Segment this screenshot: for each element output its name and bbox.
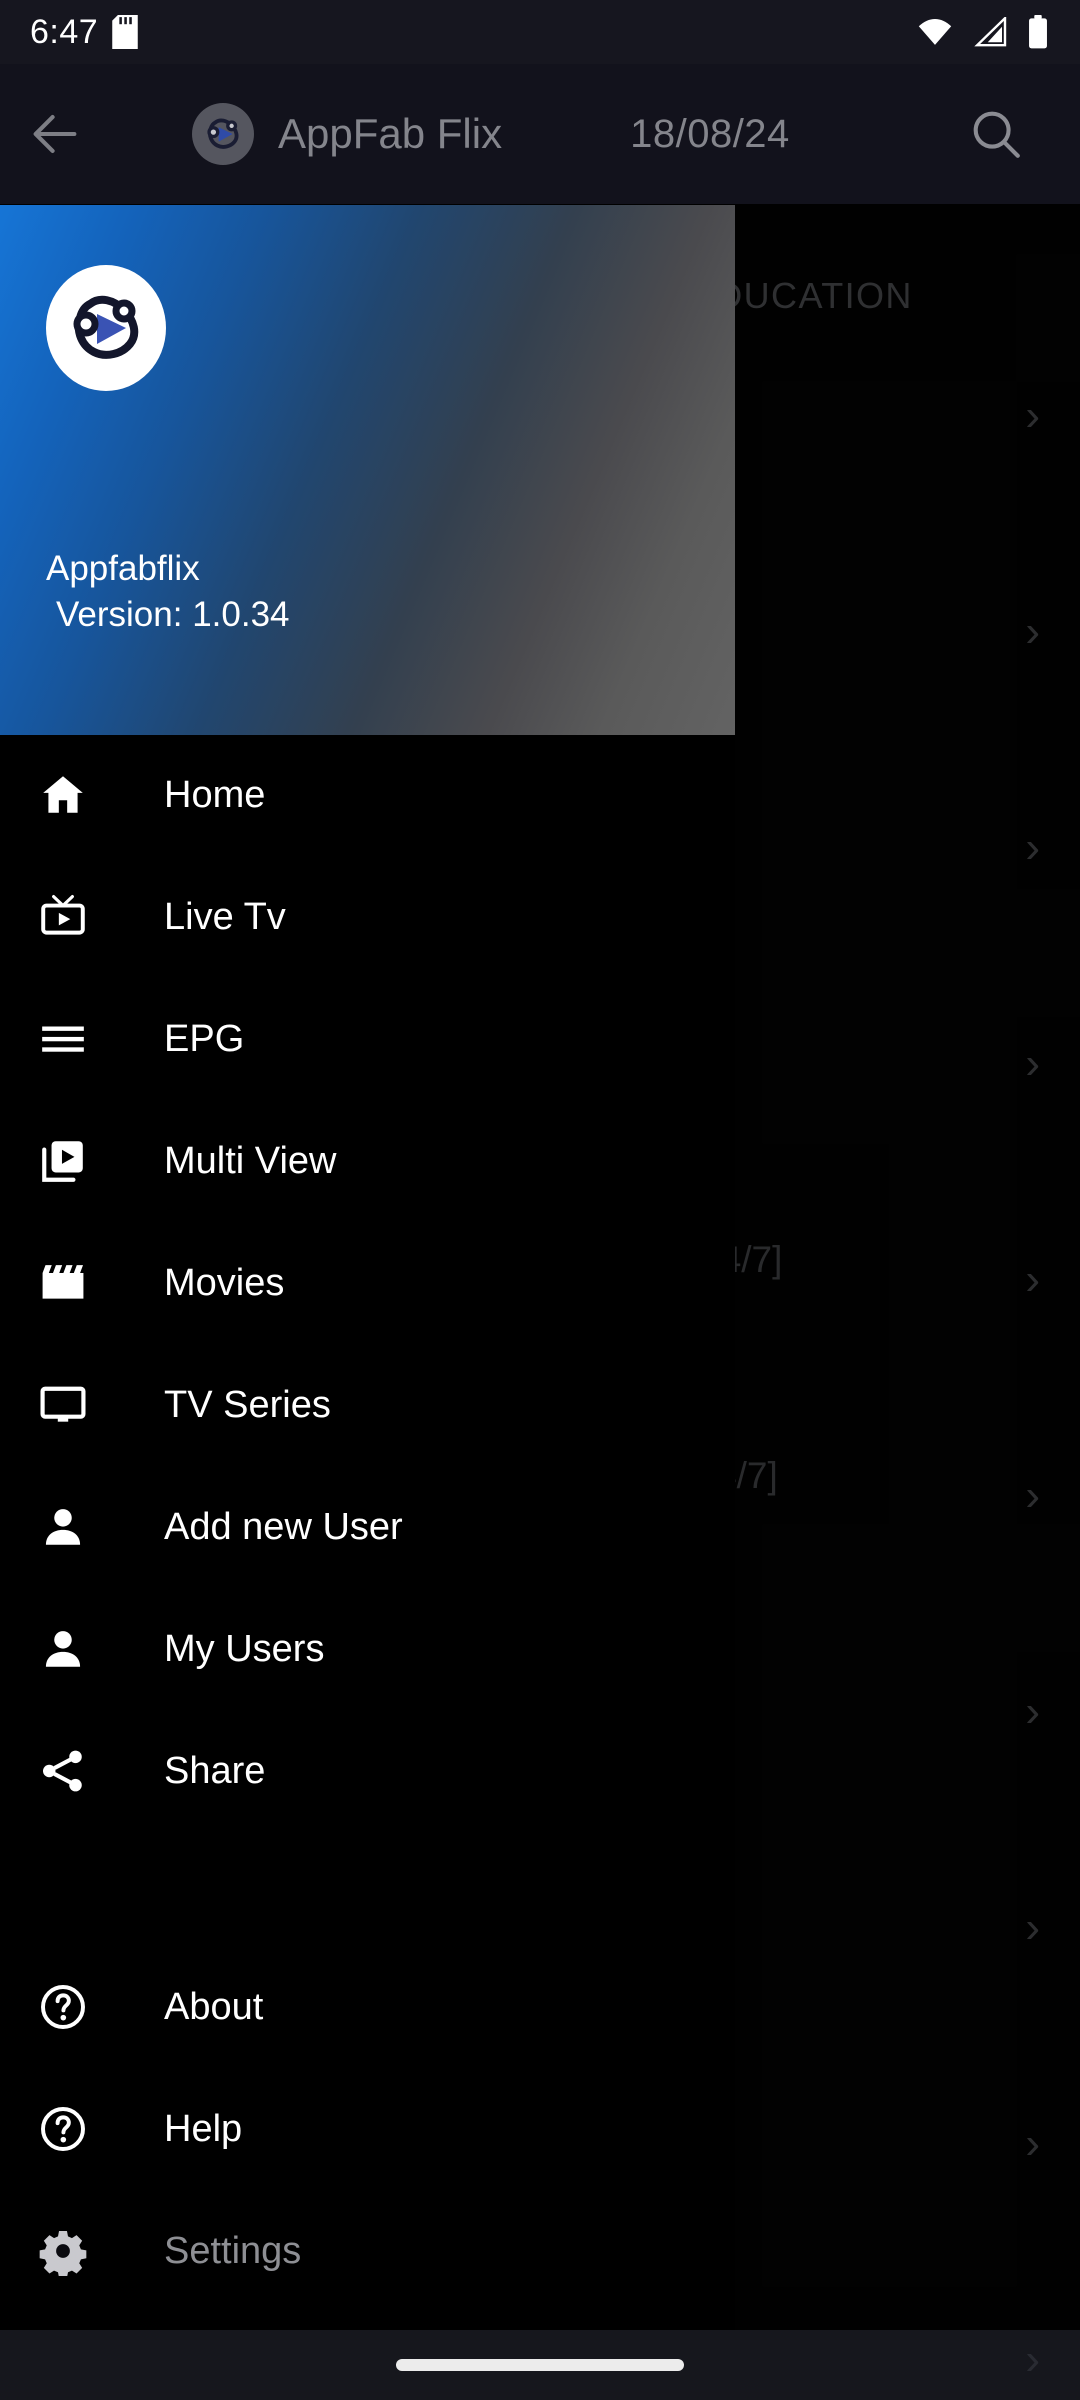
search-button[interactable] — [960, 98, 1032, 170]
menu-spacer — [0, 1851, 735, 1965]
sidebar-item-multi-view[interactable]: Multi View — [0, 1119, 735, 1203]
appfabflix-logo-icon — [192, 103, 254, 165]
back-arrow-icon — [33, 115, 77, 153]
multi-view-icon — [38, 1136, 116, 1186]
battery-icon — [1026, 15, 1050, 49]
sd-card-icon — [112, 15, 138, 49]
sidebar-item-share[interactable]: Share — [0, 1729, 735, 1813]
back-button[interactable] — [0, 64, 110, 204]
sidebar-item-epg[interactable]: EPG — [0, 997, 735, 1081]
sidebar-item-label: Multi View — [164, 1139, 337, 1182]
drawer-menu: Home Live Tv EPG Multi View Movies TV Se… — [0, 735, 735, 2400]
sidebar-item-movies[interactable]: Movies — [0, 1241, 735, 1325]
help-circle-icon — [38, 2104, 116, 2154]
sidebar-item-label: Add new User — [164, 1505, 403, 1548]
gear-icon — [38, 2226, 116, 2276]
drawer-menu-primary-group: Home Live Tv EPG Multi View Movies TV Se… — [0, 753, 735, 1813]
phone-screen: AL EDUCATION TV (720p) [Not /7] ws › ème… — [0, 0, 1080, 2400]
sidebar-item-tv-series[interactable]: TV Series — [0, 1363, 735, 1447]
status-bar: 6:47 — [0, 0, 1080, 64]
sidebar-item-label: Movies — [164, 1261, 285, 1304]
cellular-signal-icon — [972, 17, 1008, 47]
sidebar-item-label: TV Series — [164, 1383, 331, 1426]
status-bar-left: 6:47 — [30, 13, 138, 52]
appfabflix-logo-icon — [46, 265, 166, 391]
monitor-icon — [38, 1380, 116, 1430]
wifi-icon — [916, 17, 954, 47]
home-icon — [38, 770, 116, 820]
sidebar-item-my-users[interactable]: My Users — [0, 1607, 735, 1691]
sidebar-item-live-tv[interactable]: Live Tv — [0, 875, 735, 959]
page-title: AppFab Flix — [278, 110, 503, 157]
sidebar-item-label: Help — [164, 2107, 243, 2150]
list-lines-icon — [38, 1014, 116, 1064]
navigation-drawer: Appfabflix Version: 1.0.34 Home Live Tv … — [0, 0, 735, 2400]
sidebar-item-label: Settings — [164, 2229, 302, 2272]
person-icon — [38, 1502, 116, 1552]
sidebar-item-settings[interactable]: Settings — [0, 2209, 735, 2293]
app-bar: AppFab Flix 18/08/24 — [0, 64, 1080, 204]
drawer-menu-secondary-group: About Help Settings — [0, 1965, 735, 2293]
sidebar-item-label: EPG — [164, 1017, 245, 1060]
sidebar-item-about[interactable]: About — [0, 1965, 735, 2049]
sidebar-item-help[interactable]: Help — [0, 2087, 735, 2171]
sidebar-item-add-new-user[interactable]: Add new User — [0, 1485, 735, 1569]
live-tv-icon — [38, 892, 116, 942]
sidebar-item-label: Home — [164, 773, 266, 816]
sidebar-item-label: Live Tv — [164, 895, 286, 938]
system-navigation-bar — [0, 2330, 1080, 2400]
sidebar-item-home[interactable]: Home — [0, 753, 735, 837]
sidebar-item-label: My Users — [164, 1627, 325, 1670]
drawer-header: Appfabflix Version: 1.0.34 — [0, 205, 735, 735]
home-indicator[interactable] — [396, 2359, 684, 2371]
drawer-app-version: Version: 1.0.34 — [56, 595, 290, 634]
status-bar-right — [916, 15, 1050, 49]
person-icon — [38, 1624, 116, 1674]
share-icon — [38, 1746, 116, 1796]
clapperboard-icon — [38, 1258, 116, 1308]
drawer-app-name: Appfabflix — [46, 549, 200, 588]
sidebar-item-label: About — [164, 1985, 264, 2028]
status-clock: 6:47 — [30, 12, 99, 51]
current-date-label: 18/08/24 — [630, 111, 790, 156]
sidebar-item-label: Share — [164, 1749, 266, 1792]
help-circle-icon — [38, 1982, 116, 2032]
search-icon — [973, 111, 1020, 158]
